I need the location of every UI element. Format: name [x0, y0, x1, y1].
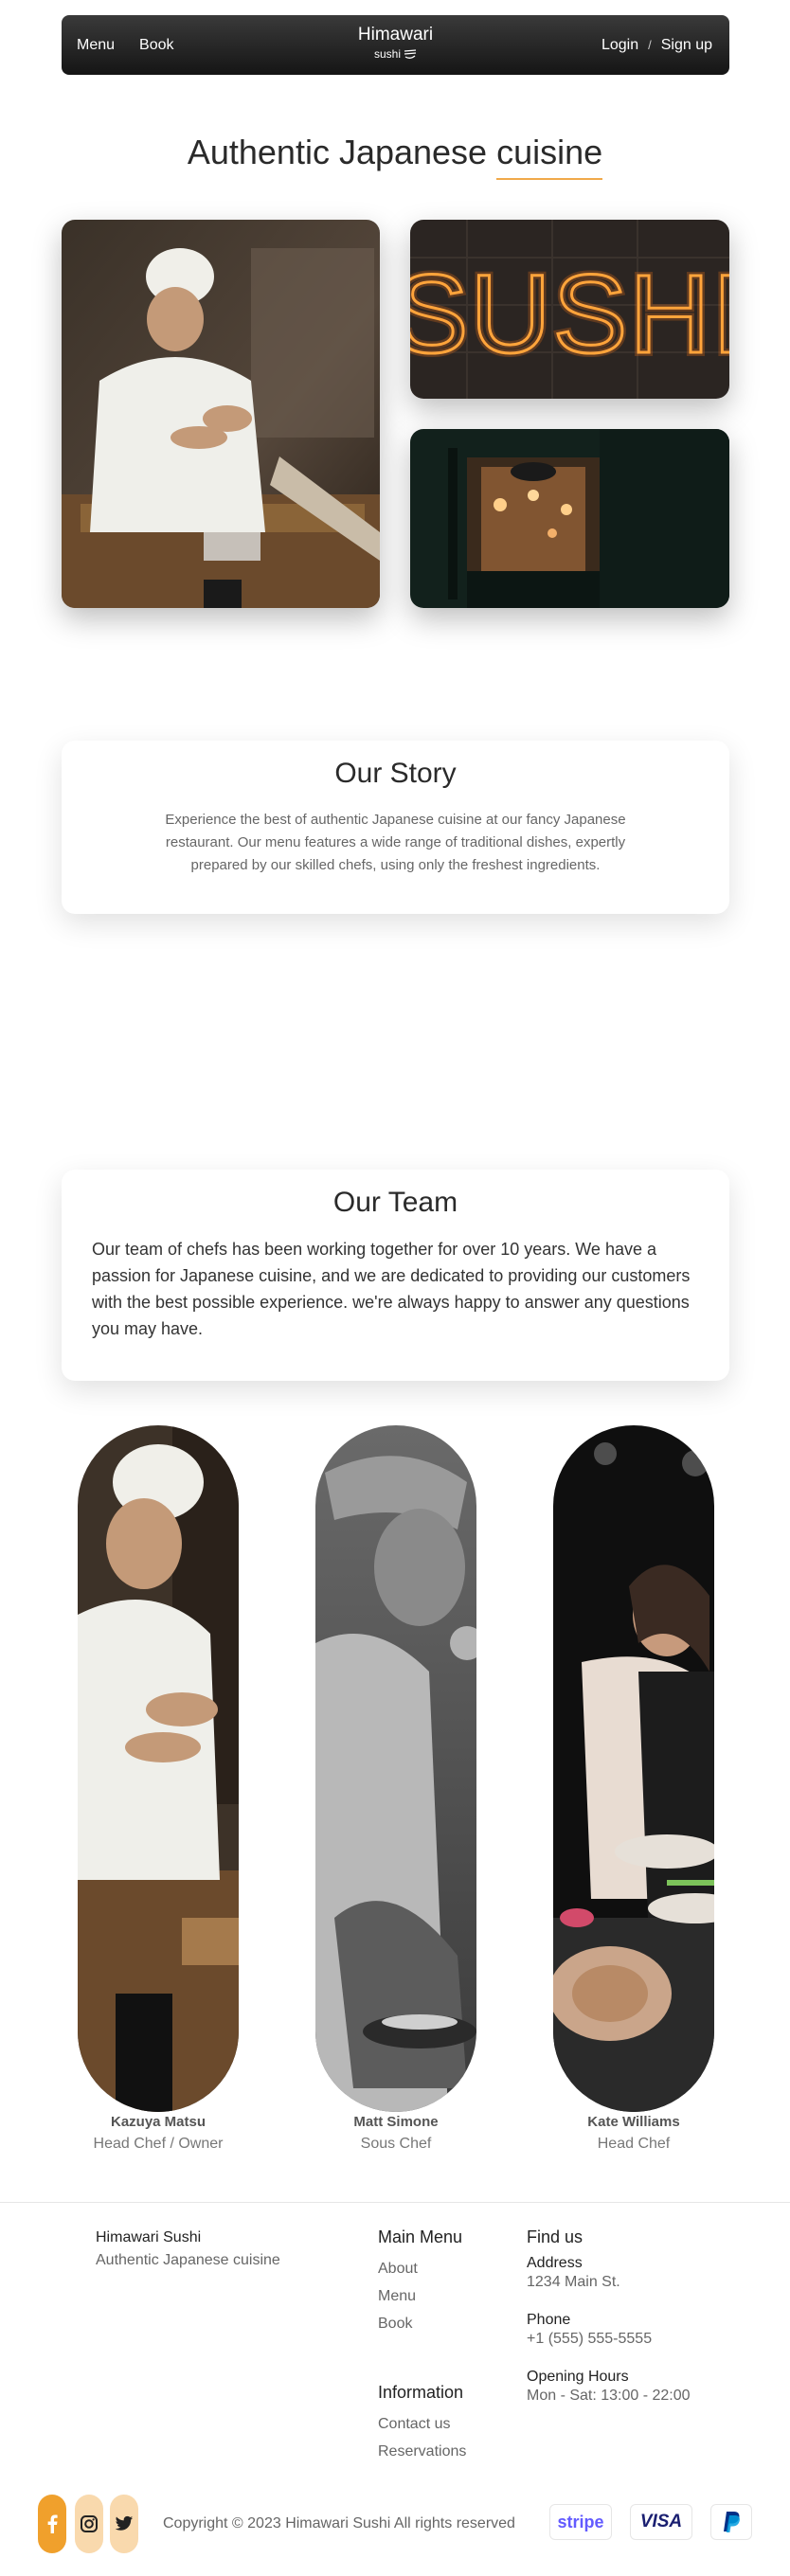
facebook-button[interactable]	[38, 2495, 66, 2553]
address-label: Address	[527, 2255, 583, 2271]
paypal-icon	[724, 2512, 740, 2532]
member-role: Head Chef	[597, 2136, 671, 2152]
signup-link[interactable]: Sign up	[661, 37, 712, 54]
auth-divider: /	[648, 38, 652, 52]
twitter-button[interactable]	[110, 2495, 138, 2553]
our-team-card: Our Team Our team of chefs has been work…	[62, 1170, 729, 1381]
team-member-kazuya: Kazuya Matsu Head Chef / Owner	[63, 2114, 253, 2153]
footer-link-book[interactable]: Book	[378, 2310, 462, 2337]
paypal-badge	[710, 2504, 752, 2540]
sushi-icon	[404, 49, 417, 59]
nav-book-link[interactable]: Book	[139, 37, 173, 54]
footer-link-about[interactable]: About	[378, 2255, 462, 2282]
team-photo-kazuya	[78, 1425, 239, 2112]
our-team-title: Our Team	[332, 1187, 458, 1218]
our-team-text: Our team of chefs has been working toget…	[92, 1240, 691, 1338]
our-story-card: Our Story Experience the best of authent…	[62, 741, 729, 914]
restaurant-interior-photo	[410, 429, 729, 608]
member-role: Head Chef / Owner	[93, 2136, 224, 2152]
our-story-title: Our Story	[334, 758, 457, 789]
footer-information: Information Contact us Reservations	[378, 2383, 466, 2465]
facebook-icon	[47, 2514, 58, 2533]
main-menu-heading: Main Menu	[378, 2227, 463, 2246]
nav-left-links: Menu Book	[77, 37, 174, 54]
hero-title-underlined: cuisine	[496, 133, 603, 180]
nav-menu-link[interactable]: Menu	[77, 37, 115, 54]
copyright-text: Copyright © 2023 Himawari Sushi All righ…	[163, 2515, 515, 2531]
footer-main-menu: Main Menu About Menu Book	[378, 2227, 462, 2337]
footer-link-reservations[interactable]: Reservations	[378, 2438, 466, 2465]
visa-logo: VISA	[639, 2512, 683, 2531]
address-value: 1234 Main St.	[527, 2274, 620, 2290]
member-name: Kazuya Matsu	[110, 2114, 206, 2130]
hero-title-main: Authentic Japanese	[187, 133, 497, 171]
footer-divider	[0, 2202, 790, 2203]
footer-link-contact[interactable]: Contact us	[378, 2410, 466, 2438]
top-navbar: Menu Book Himawari sushi Login / Sign up	[62, 15, 729, 75]
member-role: Sous Chef	[360, 2136, 432, 2152]
team-photo-kate	[553, 1425, 714, 2112]
information-heading: Information	[378, 2383, 464, 2402]
stripe-badge: stripe	[549, 2504, 612, 2540]
nav-auth-links: Login / Sign up	[601, 37, 712, 54]
member-name: Matt Simone	[353, 2114, 439, 2130]
footer-brand-name: Himawari Sushi	[96, 2229, 202, 2245]
footer-tagline: Authentic Japanese cuisine	[96, 2252, 280, 2268]
phone-value[interactable]: +1 (555) 555-5555	[527, 2329, 691, 2350]
svg-text:SUSHI: SUSHI	[410, 252, 729, 377]
twitter-icon	[115, 2515, 134, 2531]
hours-label: Opening Hours	[527, 2369, 629, 2385]
sushi-neon-sign-photo: SUSHI SUSHI	[410, 220, 729, 399]
chef-preparing-sushi-photo	[62, 220, 380, 608]
instagram-button[interactable]	[75, 2495, 103, 2553]
footer-find-us: Find us Address 1234 Main St. Phone +1 (…	[527, 2227, 691, 2406]
team-photo-matt	[315, 1425, 476, 2112]
brand-subtitle-text: sushi	[373, 47, 401, 61]
our-story-text: Experience the best of authentic Japanes…	[165, 812, 626, 873]
find-us-heading: Find us	[527, 2227, 584, 2246]
brand-subtitle[interactable]: sushi	[374, 47, 417, 61]
stripe-logo: stripe	[557, 2512, 604, 2531]
footer-brand: Himawari Sushi Authentic Japanese cuisin…	[96, 2227, 280, 2273]
member-name: Kate Williams	[587, 2114, 680, 2130]
instagram-icon	[81, 2515, 98, 2532]
visa-badge: VISA	[630, 2504, 692, 2540]
hours-value: Mon - Sat: 13:00 - 22:00	[527, 2388, 691, 2404]
team-member-matt: Matt Simone Sous Chef	[301, 2114, 491, 2153]
team-member-kate: Kate Williams Head Chef	[539, 2114, 728, 2153]
phone-label: Phone	[527, 2312, 571, 2328]
footer-link-menu[interactable]: Menu	[378, 2282, 462, 2310]
login-link[interactable]: Login	[601, 37, 638, 54]
hero-title: Authentic Japanese cuisine	[0, 133, 790, 180]
